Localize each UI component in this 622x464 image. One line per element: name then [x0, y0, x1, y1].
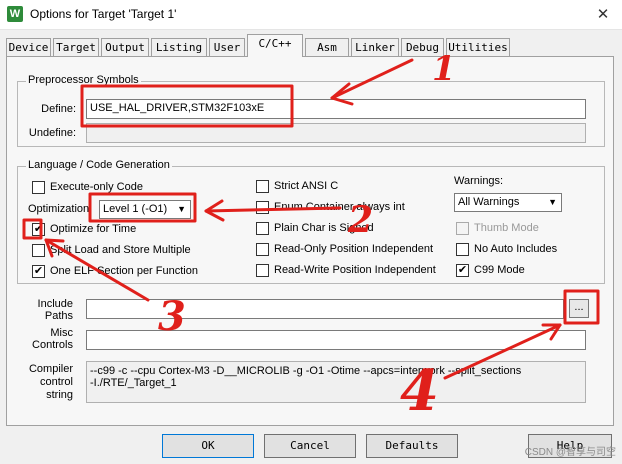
tab-debug[interactable]: Debug — [401, 38, 444, 57]
warnings-select[interactable]: All Warnings ▼ — [454, 193, 562, 212]
optimization-select[interactable]: Level 1 (-O1) ▼ — [99, 200, 191, 219]
dropdown-arrow-icon: ▼ — [177, 204, 186, 214]
rwpi-checkbox[interactable] — [256, 264, 269, 277]
one-elf-checkbox[interactable]: ✔ — [32, 265, 45, 278]
plain-char-label: Plain Char is Signed — [274, 222, 374, 234]
warnings-label: Warnings: — [454, 175, 504, 187]
compiler-control-label: Compiler control string — [28, 363, 73, 401]
ropi-checkbox[interactable] — [256, 243, 269, 256]
enum-int-checkbox[interactable] — [256, 201, 269, 214]
rwpi-label: Read-Write Position Independent — [274, 264, 436, 276]
title-bar: W Options for Target 'Target 1' ✕ — [0, 0, 622, 30]
optimization-value: Level 1 (-O1) — [103, 203, 168, 215]
c99-mode-checkbox[interactable]: ✔ — [456, 264, 469, 277]
tab-user[interactable]: User — [209, 38, 245, 57]
defaults-button[interactable]: Defaults — [366, 434, 458, 458]
misc-controls-input[interactable] — [86, 330, 586, 350]
undefine-label: Undefine: — [28, 127, 76, 139]
tab-linker[interactable]: Linker — [351, 38, 399, 57]
split-load-checkbox[interactable] — [32, 244, 45, 257]
no-auto-includes-label: No Auto Includes — [474, 243, 558, 255]
tab-output[interactable]: Output — [101, 38, 149, 57]
codegen-group: Language / Code Generation Execute-only … — [17, 159, 605, 284]
cc-tab-panel: Preprocessor Symbols Define: USE_HAL_DRI… — [6, 56, 614, 426]
tab-device[interactable]: Device — [6, 38, 51, 57]
no-auto-includes-checkbox[interactable] — [456, 243, 469, 256]
keil-app-icon: W — [7, 6, 23, 22]
preprocessor-group: Preprocessor Symbols Define: USE_HAL_DRI… — [17, 74, 605, 147]
define-input[interactable]: USE_HAL_DRIVER,STM32F103xE — [86, 99, 586, 119]
split-load-label: Split Load and Store Multiple — [50, 244, 191, 256]
tab-utilities[interactable]: Utilities — [446, 38, 510, 57]
strict-ansi-checkbox[interactable] — [256, 180, 269, 193]
thumb-mode-label: Thumb Mode — [474, 222, 539, 234]
window-title: Options for Target 'Target 1' — [30, 7, 177, 21]
tab-asm[interactable]: Asm — [305, 38, 349, 57]
plain-char-checkbox[interactable] — [256, 222, 269, 235]
compiler-control-string: --c99 -c --cpu Cortex-M3 -D__MICROLIB -g… — [86, 361, 586, 403]
undefine-input[interactable] — [86, 123, 586, 143]
tab-target[interactable]: Target — [53, 38, 99, 57]
define-label: Define: — [41, 103, 76, 115]
one-elf-label: One ELF Section per Function — [50, 265, 198, 277]
tab-cc[interactable]: C/C++ — [247, 34, 303, 57]
browse-include-paths-button[interactable]: ... — [569, 299, 589, 318]
preprocessor-group-label: Preprocessor Symbols — [26, 74, 141, 86]
cancel-button[interactable]: Cancel — [264, 434, 356, 458]
codegen-group-label: Language / Code Generation — [26, 159, 172, 171]
dropdown-arrow-icon: ▼ — [548, 197, 557, 207]
include-paths-input[interactable] — [86, 299, 564, 319]
ropi-label: Read-Only Position Independent — [274, 243, 433, 255]
strict-ansi-label: Strict ANSI C — [274, 180, 339, 192]
optimize-time-checkbox[interactable]: ✔ — [32, 223, 45, 236]
ok-button[interactable]: OK — [162, 434, 254, 458]
close-icon[interactable]: ✕ — [592, 4, 614, 26]
warnings-value: All Warnings — [458, 196, 520, 208]
execute-only-checkbox[interactable] — [32, 181, 45, 194]
include-paths-label: Include Paths — [37, 298, 73, 322]
optimize-time-label: Optimize for Time — [50, 223, 137, 235]
optimization-label: Optimization: — [28, 203, 93, 215]
tab-listing[interactable]: Listing — [151, 38, 207, 57]
thumb-mode-checkbox[interactable] — [456, 222, 469, 235]
misc-controls-label: Misc Controls — [32, 327, 73, 351]
c99-mode-label: C99 Mode — [474, 264, 525, 276]
csdn-watermark: CSDN @智享与司空 — [524, 447, 616, 458]
execute-only-label: Execute-only Code — [50, 181, 143, 193]
enum-int-label: Enum Container always int — [274, 201, 405, 213]
